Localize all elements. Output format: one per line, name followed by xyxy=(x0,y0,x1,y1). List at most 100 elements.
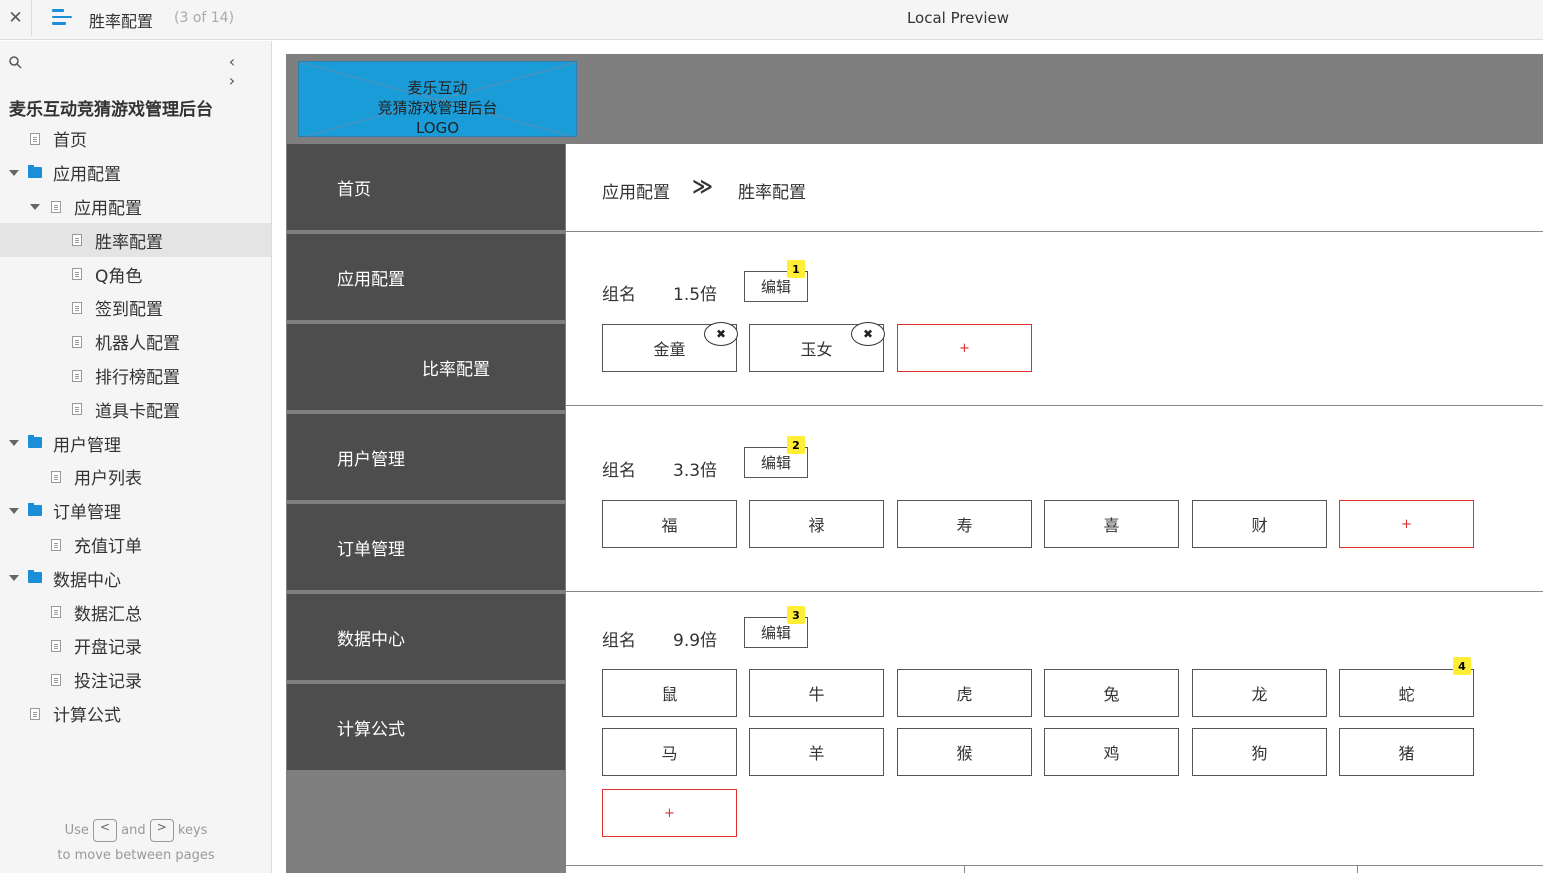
page-icon xyxy=(30,133,40,145)
expand-caret-icon[interactable] xyxy=(30,203,40,210)
logo-placeholder: 麦乐互动 竞猜游戏管理后台 LOGO xyxy=(298,61,577,137)
page-icon xyxy=(51,470,61,483)
sitemap-sidebar: ‹› 麦乐互动竞猜游戏管理后台 首页 应用配置 应用配置 胜率配置 Q角色 签到配置 机器人… xyxy=(0,41,272,873)
section-divider xyxy=(566,865,1543,866)
option-tile[interactable]: 蛇 xyxy=(1339,669,1474,717)
sidebar-item-label: Q角色 xyxy=(95,266,143,287)
sidebar-item[interactable]: 计算公式 xyxy=(0,697,271,731)
option-tile[interactable]: 喜 xyxy=(1044,500,1179,548)
section-divider xyxy=(566,231,1543,232)
annotation-badge: 4 xyxy=(1453,657,1471,675)
option-tile[interactable]: 财 xyxy=(1192,500,1327,548)
expand-caret-icon[interactable] xyxy=(9,440,19,447)
sidebar-item[interactable]: 排行榜配置 xyxy=(0,359,271,393)
option-tile[interactable]: 虎 xyxy=(897,669,1032,717)
option-tile[interactable]: 羊 xyxy=(749,728,884,776)
sidebar-item-label: 道具卡配置 xyxy=(95,401,180,422)
option-tile[interactable]: 鸡 xyxy=(1044,728,1179,776)
group-rate-value: 9.9倍 xyxy=(673,631,718,651)
proto-menu-item[interactable]: 首页 xyxy=(287,144,565,232)
sidebar-item-label: 用户列表 xyxy=(74,469,142,490)
sidebar-item[interactable]: 机器人配置 xyxy=(0,325,271,359)
proto-menu-item[interactable]: 订单管理 xyxy=(287,504,565,592)
prev-page-icon[interactable]: ‹ xyxy=(218,52,246,71)
sidebar-item-label: 数据中心 xyxy=(53,570,121,591)
sidebar-item[interactable]: 应用配置 xyxy=(0,156,271,190)
sidebar-item[interactable]: 数据中心 xyxy=(0,561,271,595)
table-divider xyxy=(964,865,965,873)
page-icon xyxy=(72,268,82,281)
sidebar-item[interactable]: 首页 xyxy=(0,122,271,156)
page-icon xyxy=(72,335,82,348)
sidebar-item[interactable]: 订单管理 xyxy=(0,494,271,528)
sidebar-item-label: 机器人配置 xyxy=(95,334,180,355)
sidebar-item[interactable]: 用户列表 xyxy=(0,460,271,494)
section-divider xyxy=(566,591,1543,592)
proto-menu-item[interactable]: 数据中心 xyxy=(287,594,565,682)
sidebar-item[interactable]: Q角色 xyxy=(0,257,271,291)
keyboard-hint: Use < and > keys to move between pages xyxy=(0,818,272,868)
folder-icon xyxy=(28,435,42,449)
section-divider xyxy=(566,405,1543,406)
folder-icon xyxy=(28,502,42,516)
add-tile-button[interactable]: + xyxy=(897,324,1032,372)
proto-menu-item[interactable]: 应用配置 xyxy=(287,234,565,322)
option-tile[interactable]: 牛 xyxy=(749,669,884,717)
sidebar-item-label: 开盘记录 xyxy=(74,638,142,659)
preview-title: Local Preview xyxy=(906,9,1010,27)
option-tile[interactable]: 鼠 xyxy=(602,669,737,717)
folder-icon xyxy=(28,164,42,178)
add-tile-button[interactable]: + xyxy=(1339,500,1474,548)
next-page-icon[interactable]: › xyxy=(218,71,246,90)
option-tile[interactable]: 马 xyxy=(602,728,737,776)
expand-caret-icon[interactable] xyxy=(9,169,19,176)
sidebar-item[interactable]: 胜率配置 xyxy=(0,223,271,258)
sidebar-item-label: 签到配置 xyxy=(95,300,163,321)
hint-use: Use xyxy=(64,823,89,838)
page-icon xyxy=(72,234,82,247)
page-icon xyxy=(51,606,61,619)
annotation-badge: 2 xyxy=(787,436,805,454)
folder-icon xyxy=(28,570,42,584)
proto-menu-item[interactable]: 用户管理 xyxy=(287,414,565,502)
breadcrumb-parent[interactable]: 应用配置 xyxy=(602,178,670,203)
sidebar-item-label: 投注记录 xyxy=(74,672,142,693)
sidebar-item-label: 应用配置 xyxy=(74,198,142,219)
option-tile[interactable]: 狗 xyxy=(1192,728,1327,776)
option-tile[interactable]: 福 xyxy=(602,500,737,548)
proto-menu-item[interactable]: 比率配置 xyxy=(287,324,565,412)
add-tile-button[interactable]: + xyxy=(602,789,737,837)
remove-tile-icon[interactable]: ✖ xyxy=(704,322,738,346)
sidebar-item-label: 数据汇总 xyxy=(74,604,142,625)
prototype-canvas: 麦乐互动 竞猜游戏管理后台 LOGO 首页 应用配置 比率配置 用户管理 订单管理 数据中… xyxy=(286,54,1543,873)
sidebar-item[interactable]: 充值订单 xyxy=(0,528,271,562)
group-name-label: 组名 xyxy=(602,461,636,481)
logo-line-1: 麦乐互动 xyxy=(407,79,468,97)
sidebar-item[interactable]: 道具卡配置 xyxy=(0,392,271,426)
sidebar-item-label: 胜率配置 xyxy=(95,232,163,253)
option-tile[interactable]: 龙 xyxy=(1192,669,1327,717)
expand-caret-icon[interactable] xyxy=(9,507,19,514)
proto-menu-item[interactable]: 计算公式 xyxy=(287,684,565,772)
option-tile[interactable]: 禄 xyxy=(749,500,884,548)
annotation-badge: 1 xyxy=(787,260,805,278)
page-icon xyxy=(51,200,61,213)
option-tile[interactable]: 寿 xyxy=(897,500,1032,548)
sidebar-item[interactable]: 用户管理 xyxy=(0,426,271,460)
sidebar-item[interactable]: 应用配置 xyxy=(0,190,271,224)
sidebar-item[interactable]: 投注记录 xyxy=(0,663,271,697)
sidebar-item[interactable]: 开盘记录 xyxy=(0,629,271,663)
option-tile[interactable]: 猴 xyxy=(897,728,1032,776)
page-icon xyxy=(72,369,82,382)
sidebar-item[interactable]: 数据汇总 xyxy=(0,595,271,629)
option-tile[interactable]: 猪 xyxy=(1339,728,1474,776)
expand-caret-icon[interactable] xyxy=(9,575,19,582)
search-icon[interactable] xyxy=(9,56,22,69)
next-key-icon: > xyxy=(149,819,174,842)
table-divider xyxy=(1357,865,1358,873)
option-tile[interactable]: 兔 xyxy=(1044,669,1179,717)
remove-tile-icon[interactable]: ✖ xyxy=(851,322,885,346)
sidebar-item-label: 订单管理 xyxy=(53,503,121,524)
sidebar-item[interactable]: 签到配置 xyxy=(0,291,271,325)
page-icon xyxy=(51,673,61,686)
